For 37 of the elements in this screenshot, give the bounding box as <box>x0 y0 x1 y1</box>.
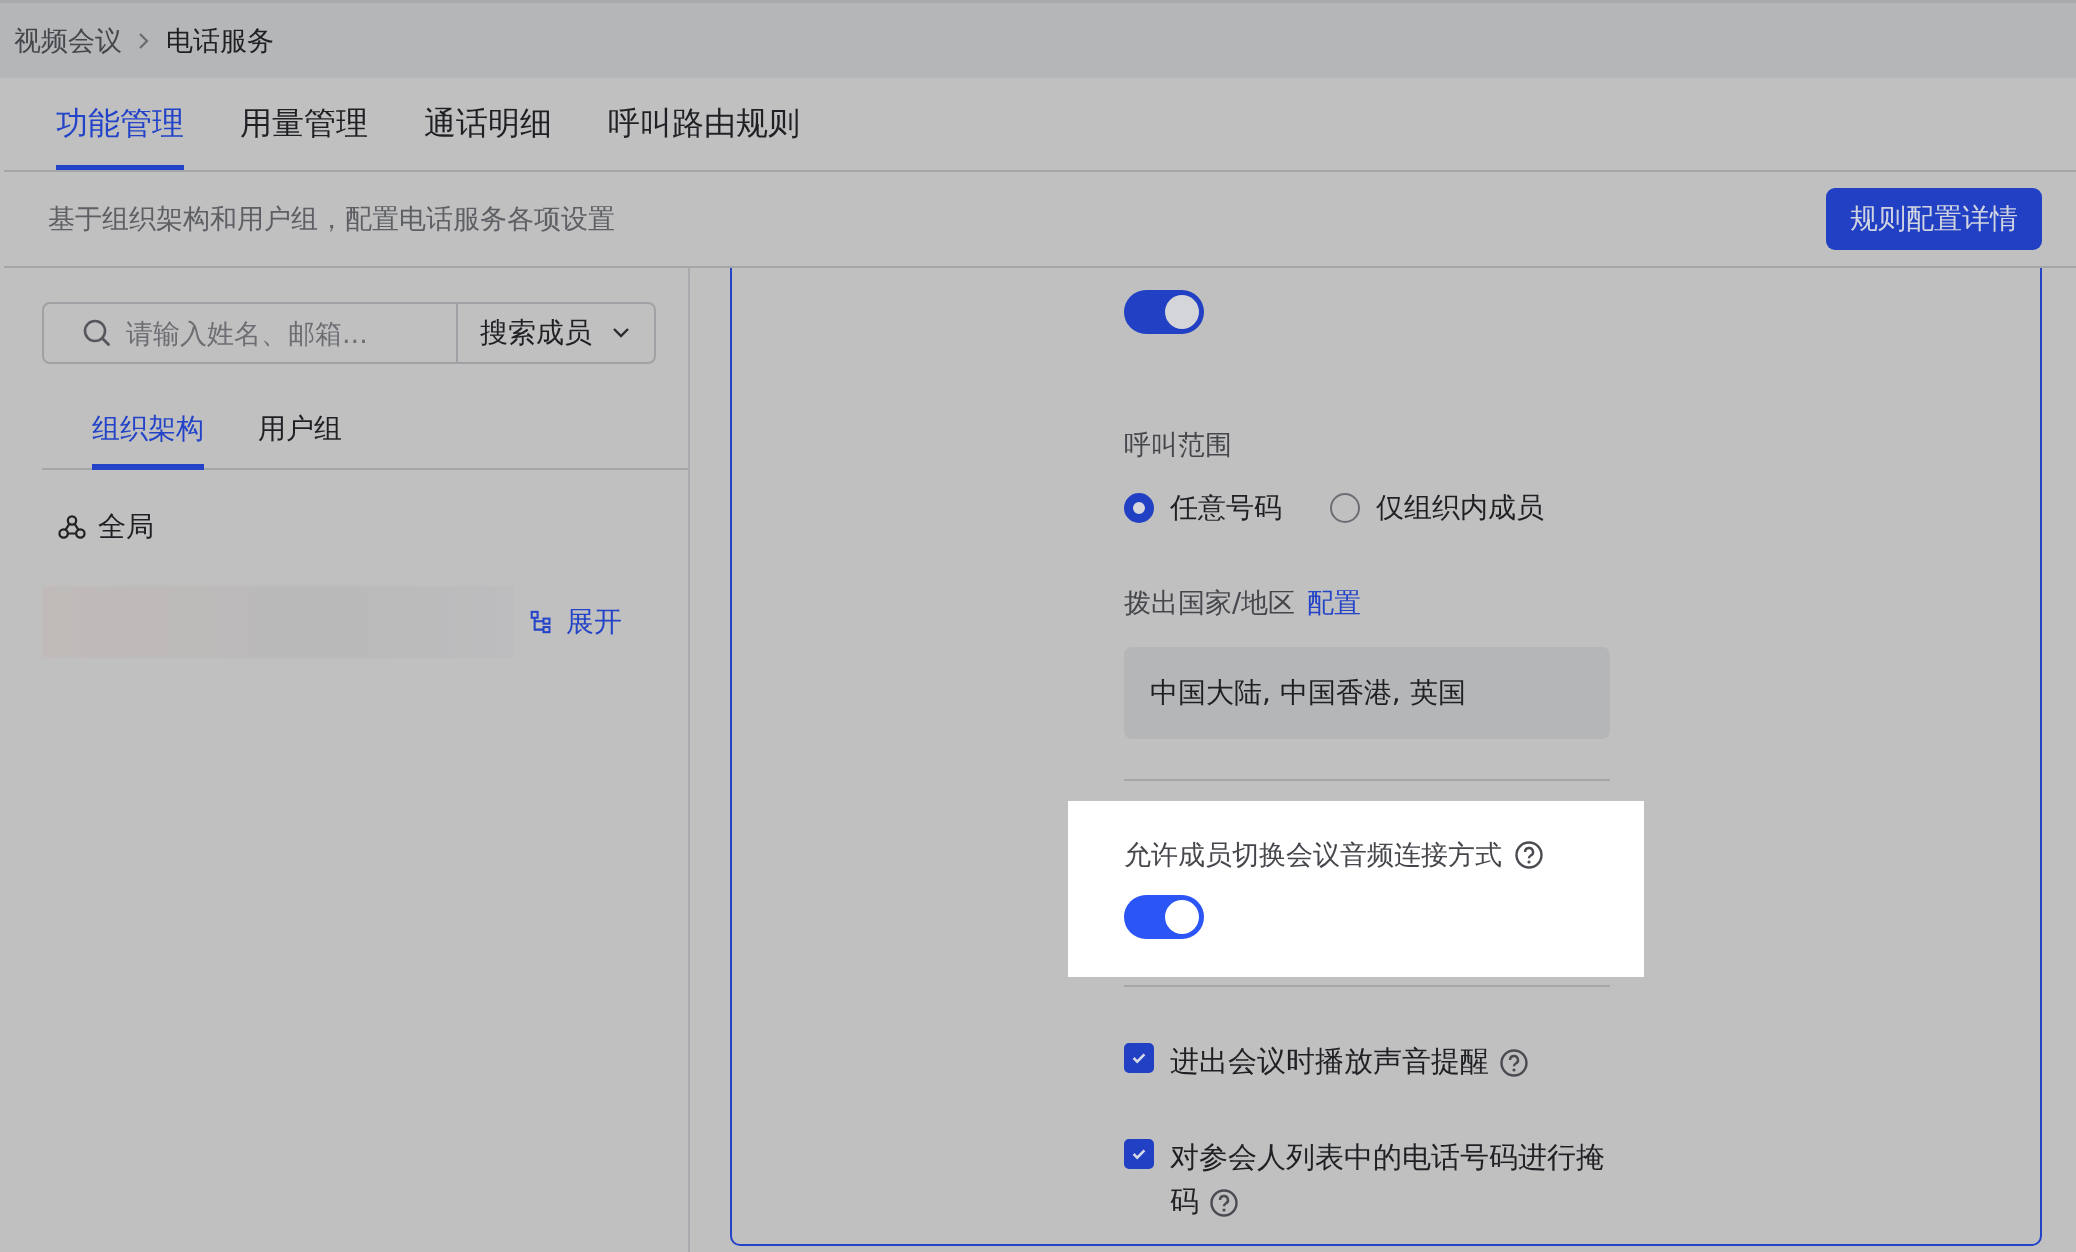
toggle-switch[interactable] <box>1124 290 1204 334</box>
page-description: 基于组织架构和用户组，配置电话服务各项设置 <box>48 202 615 236</box>
checkbox-label[interactable]: 进出会议时播放声音提醒 <box>1170 1039 1610 1083</box>
checkbox[interactable] <box>1124 1139 1154 1169</box>
tree-structure-icon <box>530 610 552 634</box>
tab[interactable]: 用量管理 <box>240 78 368 170</box>
chevron-down-icon <box>612 327 630 339</box>
setting-label: 允许成员切换会议音频连接方式 <box>1124 838 1502 872</box>
rules-detail-button[interactable]: 规则配置详情 <box>1826 188 2042 250</box>
tab[interactable]: 用户组 <box>258 394 342 470</box>
search-scope-dropdown[interactable]: 搜索成员 <box>456 304 654 362</box>
checkbox-label[interactable]: 对参会人列表中的电话号码进行掩码 <box>1170 1135 1610 1223</box>
breadcrumb-item: 电话服务 <box>166 23 274 58</box>
chevron-right-icon <box>138 31 150 50</box>
tab[interactable]: 功能管理 <box>56 78 184 170</box>
breadcrumb-item[interactable]: 视频会议 <box>14 22 122 59</box>
expand-link[interactable]: 展开 <box>530 603 622 641</box>
help-icon[interactable] <box>1209 1188 1239 1218</box>
radio-button[interactable] <box>1330 493 1360 523</box>
help-icon[interactable] <box>1499 1048 1529 1078</box>
help-icon[interactable] <box>1514 840 1544 870</box>
setting-label: 拨出国家/地区 <box>1124 586 1296 620</box>
checkbox[interactable] <box>1124 1043 1154 1073</box>
toggle-switch[interactable] <box>1124 895 1204 939</box>
radio-button[interactable] <box>1124 493 1154 523</box>
countries-field: 中国大陆, 中国香港, 英国 <box>1124 647 1610 739</box>
search-icon <box>82 318 112 348</box>
tree-item[interactable]: 全局 <box>58 508 688 546</box>
tab[interactable]: 组织架构 <box>92 394 204 470</box>
tab[interactable]: 呼叫路由规则 <box>608 78 800 170</box>
search-field[interactable]: 请输入姓名、邮箱... 搜索成员 <box>42 302 656 364</box>
nodes-icon <box>58 514 86 540</box>
tab[interactable]: 通话明细 <box>424 78 552 170</box>
configure-link[interactable]: 配置 <box>1307 585 1362 621</box>
radio-label[interactable]: 任意号码 <box>1170 489 1282 527</box>
radio-label[interactable]: 仅组织内成员 <box>1376 489 1544 527</box>
setting-label: 呼叫范围 <box>1124 428 1232 462</box>
